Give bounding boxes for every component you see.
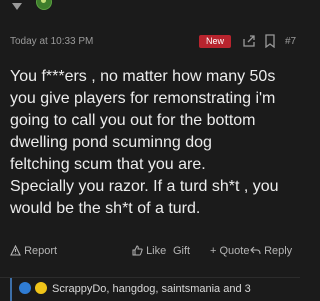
reactions-bar[interactable]: ScrappyDo, hangdog, saintsmania and 3 xyxy=(0,277,300,301)
quote-button[interactable]: + Quote xyxy=(210,245,249,257)
message-line: would be the sh*t of a turd. xyxy=(10,200,201,217)
new-badge: New xyxy=(199,35,231,48)
caret-down-icon[interactable] xyxy=(12,3,22,10)
post-number[interactable]: #7 xyxy=(285,36,296,47)
like-label: Like xyxy=(146,245,167,257)
avatar-strip xyxy=(0,0,300,16)
like-button[interactable]: Like xyxy=(132,245,166,257)
post-timestamp[interactable]: Today at 10:33 PM xyxy=(10,36,93,47)
message-line: feltching scum that you are. xyxy=(10,156,206,173)
message-line: going to call you out for the bottom xyxy=(10,112,256,129)
post-meta: Today at 10:33 PM New #7 xyxy=(10,34,296,49)
laugh-reaction-icon xyxy=(35,282,47,294)
message-line: dwelling pond scuminng dog xyxy=(10,134,212,151)
quote-label: + Quote xyxy=(210,245,250,257)
post-actions: Report Like Gift + Quote Reply xyxy=(10,244,295,261)
gift-button[interactable]: Gift xyxy=(173,245,190,257)
reply-label: Reply xyxy=(264,245,293,257)
warning-icon xyxy=(10,244,21,256)
bookmark-icon[interactable] xyxy=(264,34,276,48)
report-button[interactable]: Report xyxy=(10,244,58,257)
avatar[interactable] xyxy=(36,0,52,10)
share-icon[interactable] xyxy=(242,34,256,48)
message-line: Specially you razor. If a turd sh*t , yo… xyxy=(10,178,279,195)
reply-button[interactable]: Reply xyxy=(250,245,292,257)
reply-icon xyxy=(250,246,261,255)
message-line: you give players for remonstrating i'm xyxy=(10,90,276,107)
gift-label: Gift xyxy=(173,245,191,257)
like-reaction-icon xyxy=(19,282,31,294)
reactions-users[interactable]: ScrappyDo, hangdog, saintsmania and 3 xyxy=(52,283,251,295)
reactions-accent xyxy=(10,278,12,301)
message-body: You f***ers , no matter how many 50s you… xyxy=(10,66,295,220)
report-label: Report xyxy=(24,245,58,257)
message-line: You f***ers , no matter how many 50s xyxy=(10,68,276,85)
thumbs-up-icon xyxy=(132,245,143,256)
